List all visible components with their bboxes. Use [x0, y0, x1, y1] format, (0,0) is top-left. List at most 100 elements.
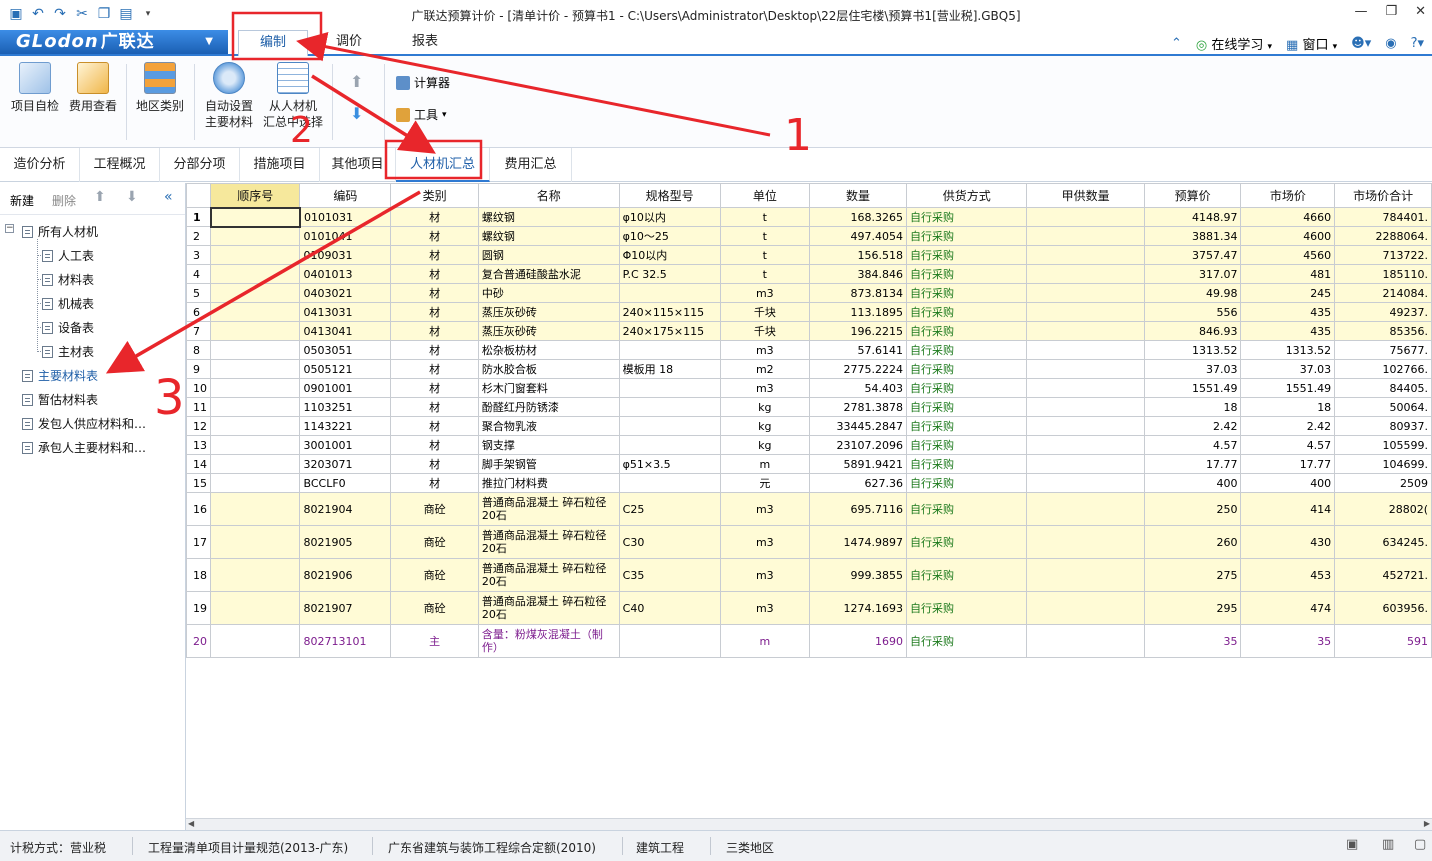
seq-cell[interactable] — [209, 245, 301, 265]
jia-qty-cell[interactable] — [1026, 416, 1145, 436]
name-cell[interactable]: 普通商品混凝土 碎石粒径20石 — [477, 558, 620, 592]
unit-cell[interactable]: m3 — [719, 378, 811, 398]
category-cell[interactable]: 材 — [390, 302, 479, 322]
qty-cell[interactable]: 1474.9897 — [809, 525, 907, 559]
name-cell[interactable]: 螺纹钢 — [477, 207, 620, 227]
code-cell[interactable]: 8021904 — [299, 492, 392, 526]
supply-cell[interactable]: 自行采购 — [905, 378, 1028, 398]
tree-item-main-material[interactable]: 主材表 — [42, 343, 94, 360]
unit-cell[interactable]: 千块 — [719, 321, 811, 341]
supply-cell[interactable]: 自行采购 — [905, 340, 1028, 360]
menu-tab-adjust[interactable]: 调价 — [320, 30, 378, 56]
table-row[interactable]: 15 BCCLF0 材推拉门材料费元 627.36 自行采购 400 400 2509 — [186, 473, 1432, 493]
unit-cell[interactable]: 元 — [719, 473, 811, 493]
supply-cell[interactable]: 自行采购 — [905, 207, 1028, 227]
spec-cell[interactable]: C40 — [618, 591, 721, 625]
market-total-cell[interactable]: 80937. — [1334, 416, 1432, 436]
supply-cell[interactable]: 自行采购 — [905, 591, 1028, 625]
budget-price-cell[interactable]: 317.07 — [1143, 264, 1242, 284]
market-price-cell[interactable]: 400 — [1240, 473, 1336, 493]
layout-full-icon[interactable]: ▢ — [1414, 837, 1426, 852]
spec-cell[interactable] — [618, 435, 721, 455]
auto-set-main-material-button[interactable]: 自动设置 主要材料 — [200, 62, 258, 130]
jia-qty-cell[interactable] — [1026, 624, 1145, 658]
spec-cell[interactable] — [618, 624, 721, 658]
name-cell[interactable]: 推拉门材料费 — [477, 473, 620, 493]
unit-cell[interactable]: 千块 — [719, 302, 811, 322]
category-cell[interactable]: 商砼 — [390, 558, 479, 592]
col-header-market-price[interactable]: 市场价 — [1240, 183, 1336, 208]
name-cell[interactable]: 中砂 — [477, 283, 620, 303]
budget-price-cell[interactable]: 4148.97 — [1143, 207, 1242, 227]
menu-tab-edit[interactable]: 编制 — [238, 30, 308, 56]
market-price-cell[interactable]: 4560 — [1240, 245, 1336, 265]
table-row[interactable]: 7 0413041 材蒸压灰砂砖 240×175×115 千块 196.2215 自行采购 8… — [186, 321, 1432, 341]
jia-qty-cell[interactable] — [1026, 473, 1145, 493]
market-total-cell[interactable]: 104699. — [1334, 454, 1432, 474]
market-total-cell[interactable]: 603956. — [1334, 591, 1432, 625]
jia-qty-cell[interactable] — [1026, 435, 1145, 455]
category-cell[interactable]: 材 — [390, 245, 479, 265]
unit-cell[interactable]: m — [719, 624, 811, 658]
col-header-name[interactable]: 名称 — [477, 183, 620, 208]
col-header-category[interactable]: 类别 — [390, 183, 479, 208]
code-cell[interactable]: 3203071 — [299, 454, 392, 474]
budget-price-cell[interactable]: 2.42 — [1143, 416, 1242, 436]
supply-cell[interactable]: 自行采购 — [905, 397, 1028, 417]
market-price-cell[interactable]: 245 — [1240, 283, 1336, 303]
jia-qty-cell[interactable] — [1026, 340, 1145, 360]
seq-cell[interactable] — [209, 321, 301, 341]
unit-cell[interactable]: kg — [719, 416, 811, 436]
new-button[interactable]: 新建 — [10, 192, 34, 209]
jia-qty-cell[interactable] — [1026, 302, 1145, 322]
user-icon[interactable]: ☻▾ — [1351, 36, 1371, 51]
seq-cell[interactable] — [209, 340, 301, 360]
name-cell[interactable]: 脚手架钢管 — [477, 454, 620, 474]
spec-cell[interactable]: 240×115×115 — [618, 302, 721, 322]
code-cell[interactable]: 0503051 — [299, 340, 392, 360]
unit-cell[interactable]: t — [719, 207, 811, 227]
market-total-cell[interactable]: 84405. — [1334, 378, 1432, 398]
table-row[interactable]: 6 0413031 材蒸压灰砂砖 240×115×115 千块 113.1895 自行采购 5… — [186, 302, 1432, 322]
tree-expander-icon[interactable]: − — [5, 224, 14, 233]
budget-price-cell[interactable]: 1313.52 — [1143, 340, 1242, 360]
col-header-spec[interactable]: 规格型号 — [618, 183, 721, 208]
market-price-cell[interactable]: 37.03 — [1240, 359, 1336, 379]
code-cell[interactable]: 0403021 — [299, 283, 392, 303]
jia-qty-cell[interactable] — [1026, 264, 1145, 284]
qty-cell[interactable]: 999.3855 — [809, 558, 907, 592]
table-row[interactable]: 20 802713101 主含量：粉煤灰混凝土（制作） m 1690 自行采购 35 35 59… — [186, 624, 1432, 658]
spec-cell[interactable] — [618, 340, 721, 360]
supply-cell[interactable]: 自行采购 — [905, 226, 1028, 246]
seq-cell[interactable] — [209, 525, 301, 559]
qty-cell[interactable]: 54.403 — [809, 378, 907, 398]
table-row[interactable]: 16 8021904 商砼 普通商品混凝土 碎石粒径20石 C25 m3 695.7116 自… — [186, 492, 1432, 526]
supply-cell[interactable]: 自行采购 — [905, 245, 1028, 265]
seq-cell[interactable] — [209, 302, 301, 322]
move-down-icon[interactable]: ⬇ — [126, 189, 138, 205]
table-row[interactable]: 4 0401013 材复合普通硅酸盐水泥 P.C 32.5 t 384.846 自行采购 31… — [186, 264, 1432, 284]
supply-cell[interactable]: 自行采购 — [905, 283, 1028, 303]
name-cell[interactable]: 蒸压灰砂砖 — [477, 302, 620, 322]
market-total-cell[interactable]: 713722. — [1334, 245, 1432, 265]
seq-cell[interactable] — [209, 591, 301, 625]
seq-cell[interactable] — [209, 359, 301, 379]
table-row[interactable]: 9 0505121 材防水胶合板 模板用 18 m2 2775.2224 自行采购 37.03… — [186, 359, 1432, 379]
delete-button[interactable]: 删除 — [52, 192, 76, 209]
unit-cell[interactable]: m — [719, 454, 811, 474]
market-price-cell[interactable]: 18 — [1240, 397, 1336, 417]
col-header-seq[interactable]: 顺序号 — [209, 183, 301, 208]
col-header-budget-price[interactable]: 预算价 — [1143, 183, 1242, 208]
move-up-icon[interactable]: ⬆ — [94, 189, 106, 205]
name-cell[interactable]: 酚醛红丹防锈漆 — [477, 397, 620, 417]
budget-price-cell[interactable]: 295 — [1143, 591, 1242, 625]
col-header-supply[interactable]: 供货方式 — [905, 183, 1028, 208]
spec-cell[interactable]: φ10～25 — [618, 226, 721, 246]
jia-qty-cell[interactable] — [1026, 454, 1145, 474]
budget-price-cell[interactable]: 3881.34 — [1143, 226, 1242, 246]
budget-price-cell[interactable]: 250 — [1143, 492, 1242, 526]
market-total-cell[interactable]: 591 — [1334, 624, 1432, 658]
seq-cell[interactable] — [209, 435, 301, 455]
market-price-cell[interactable]: 35 — [1240, 624, 1336, 658]
table-row[interactable]: 5 0403021 材中砂 m3 873.8134 自行采购 49.98 245 214084. — [186, 283, 1432, 303]
